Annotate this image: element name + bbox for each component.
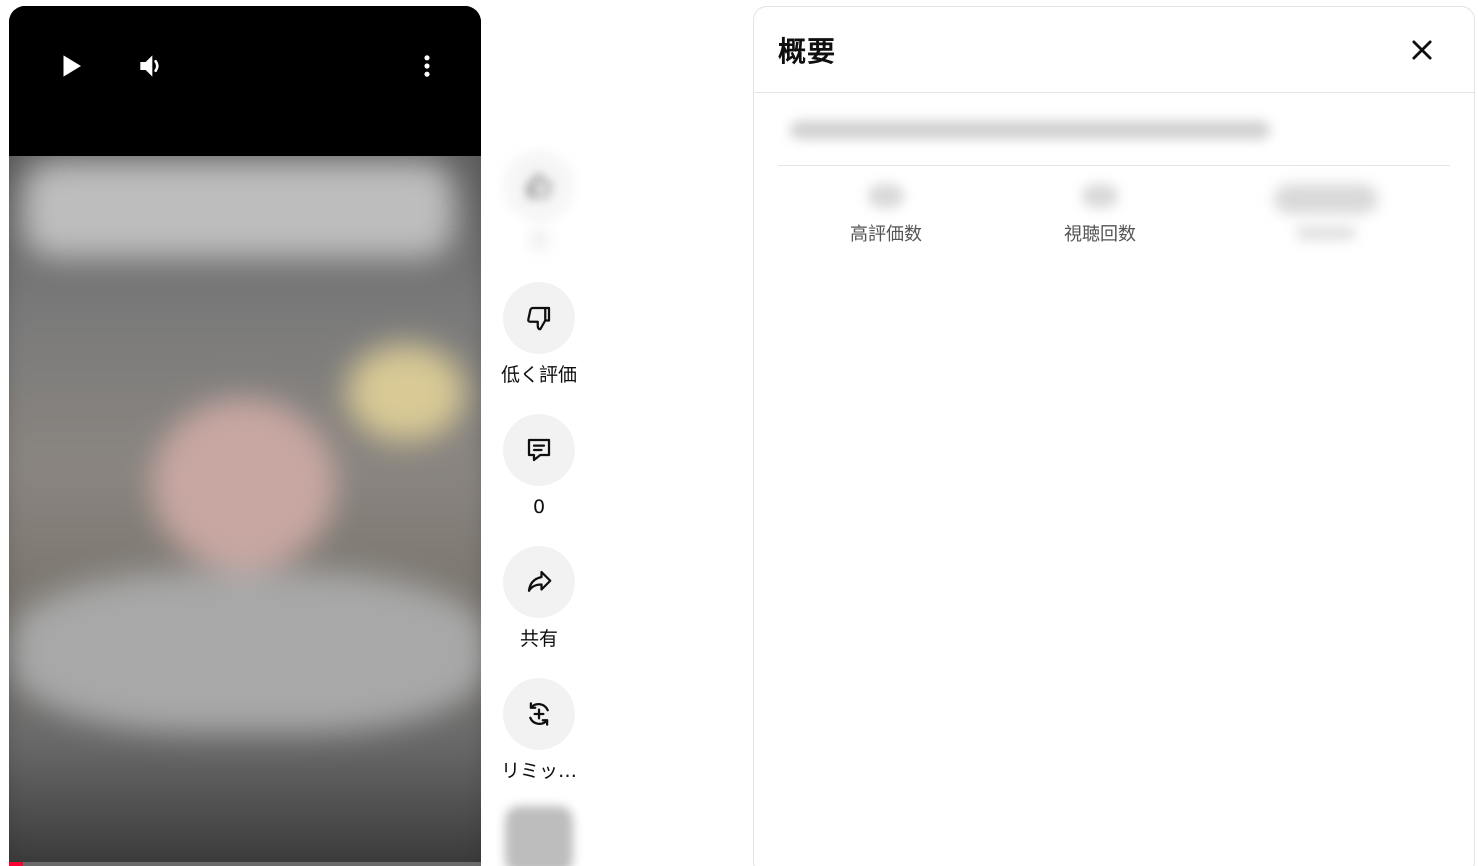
comments-button[interactable]	[503, 414, 575, 486]
like-action	[497, 150, 581, 248]
remix-action: リミッ…	[497, 678, 581, 782]
panel-header: 概要	[754, 7, 1474, 93]
remix-label: リミッ…	[500, 760, 577, 782]
video-frame	[9, 117, 481, 866]
thumbs-down-icon	[527, 306, 551, 331]
stat-likes: 高評価数	[806, 184, 966, 246]
comment-icon	[527, 438, 551, 462]
stats-row: 高評価数 視聴回数	[754, 166, 1474, 286]
views-label: 視聴回数	[1064, 224, 1136, 245]
comments-action: 0	[497, 414, 581, 518]
views-value-blurred	[1082, 184, 1118, 208]
channel-thumbnail[interactable]	[505, 806, 573, 866]
stat-views: 視聴回数	[1020, 184, 1180, 246]
likes-value-blurred	[868, 184, 904, 208]
more-vertical-icon	[424, 55, 430, 77]
comments-count: 0	[532, 496, 546, 518]
play-button[interactable]	[47, 42, 95, 90]
progress-fill	[9, 862, 24, 866]
like-count	[532, 232, 546, 248]
date-value-blurred	[1274, 184, 1378, 214]
play-icon	[63, 55, 81, 77]
more-options-button[interactable]	[403, 42, 451, 90]
date-label-blurred	[1296, 226, 1356, 240]
dislike-button[interactable]	[503, 282, 575, 354]
stat-date	[1246, 184, 1406, 240]
share-action: 共有	[497, 546, 581, 650]
share-arrow-icon	[527, 570, 552, 592]
description-panel: 概要 高評価数 視聴回数	[753, 6, 1475, 866]
channel-thumbnail-action	[497, 806, 581, 866]
likes-label: 高評価数	[850, 224, 922, 245]
close-icon	[1412, 39, 1432, 60]
share-button[interactable]	[503, 546, 575, 618]
like-button[interactable]	[503, 150, 575, 222]
video-title-blurred	[790, 121, 1270, 139]
progress-bar[interactable]	[9, 862, 481, 866]
volume-button[interactable]	[127, 42, 175, 90]
dislike-label: 低く評価	[500, 364, 577, 386]
share-label: 共有	[519, 628, 558, 650]
volume-icon	[140, 55, 159, 77]
video-player[interactable]	[9, 6, 481, 866]
dislike-action: 低く評価	[497, 282, 581, 386]
panel-title: 概要	[778, 34, 837, 68]
thumbs-up-icon	[527, 173, 551, 198]
remix-icon	[529, 702, 549, 726]
remix-button[interactable]	[503, 678, 575, 750]
close-button[interactable]	[1398, 26, 1446, 74]
shorts-page: 低く評価 0 共有 リミッ… 概要 高評価数 視聴回数	[0, 0, 1478, 866]
